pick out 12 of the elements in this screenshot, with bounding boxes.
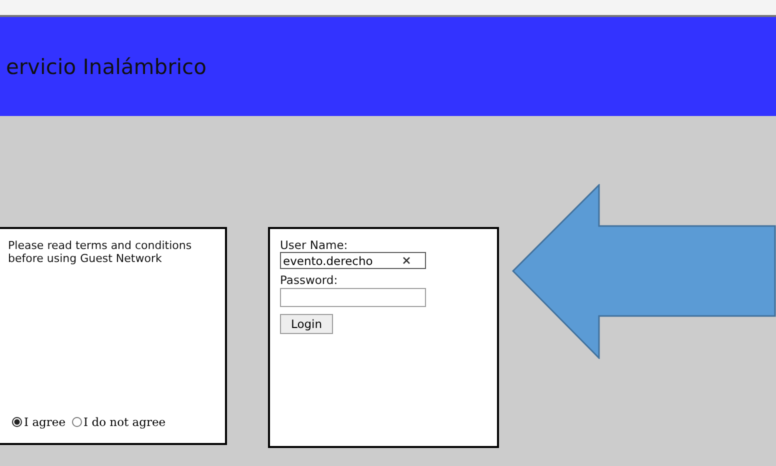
password-field[interactable]: [280, 288, 426, 307]
password-label: Password:: [280, 274, 338, 287]
terms-text: Please read terms and conditions before using Guest Network: [8, 239, 193, 265]
radio-button[interactable]: [72, 417, 82, 427]
username-label: User Name:: [280, 239, 348, 252]
username-field[interactable]: evento.derecho: [280, 252, 426, 269]
radio-option[interactable]: I do not agree: [72, 415, 166, 429]
login-button[interactable]: Login: [280, 314, 334, 334]
radio-button[interactable]: [12, 417, 22, 427]
radio-option[interactable]: I agree: [12, 415, 66, 429]
clear-icon[interactable]: [403, 257, 410, 264]
page-title: ervicio Inalámbrico: [5, 54, 206, 78]
